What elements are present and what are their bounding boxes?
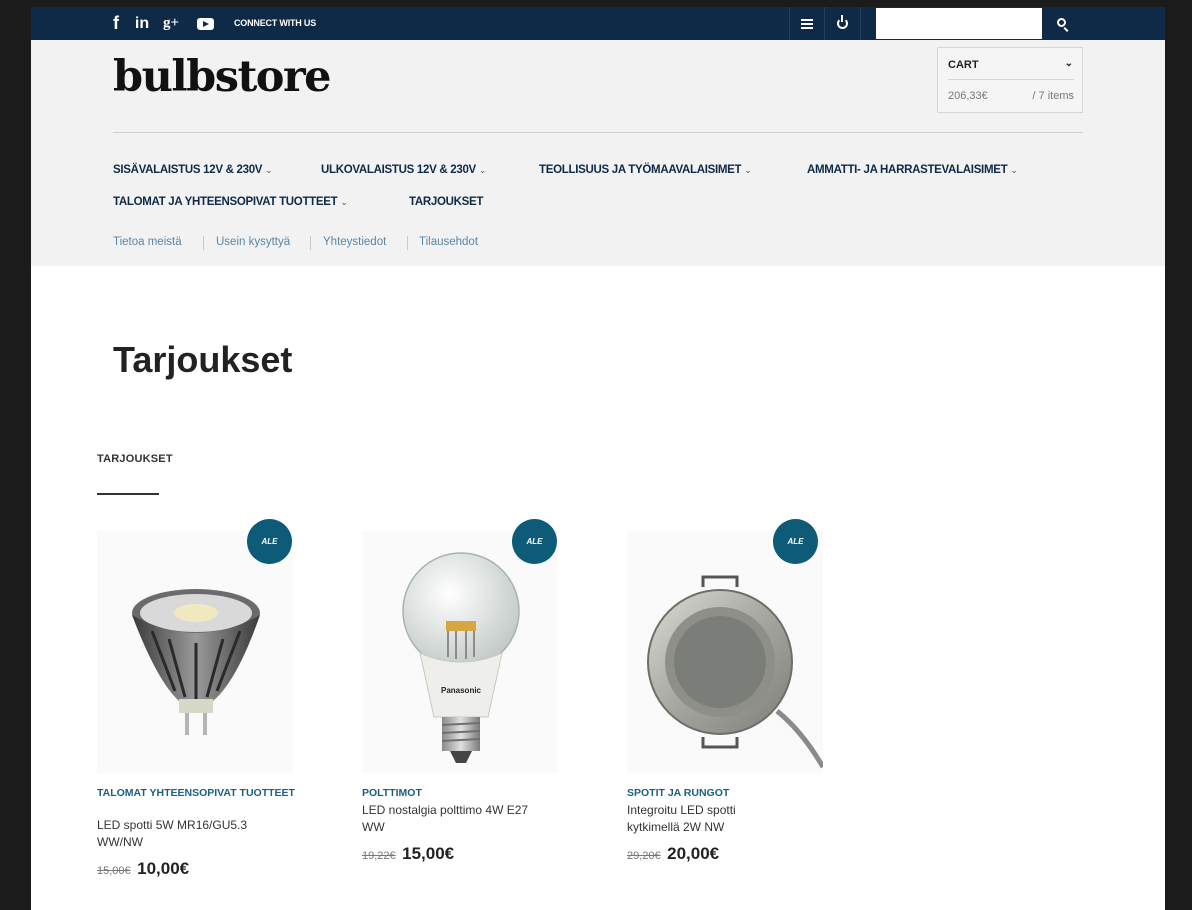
chevron-down-icon: ⌄ bbox=[340, 197, 348, 207]
menu-icon[interactable] bbox=[789, 7, 825, 40]
product-name[interactable]: LED spotti 5W MR16/GU5.3 WW/NW bbox=[97, 817, 267, 851]
product-image[interactable] bbox=[627, 531, 826, 773]
subnav-separator bbox=[203, 236, 204, 250]
section-underline bbox=[97, 493, 159, 495]
linkedin-icon[interactable]: in bbox=[132, 7, 152, 40]
nav-item-teollisuus[interactable]: TEOLLISUUS JA TYÖMAAVALAISIMET ⌄ bbox=[539, 164, 752, 176]
section-title: TARJOUKSET bbox=[97, 453, 173, 465]
sale-price: 15,00€ bbox=[402, 844, 455, 863]
search-icon bbox=[1056, 18, 1066, 27]
subnav-tilausehdot[interactable]: Tilausehdot bbox=[419, 236, 478, 248]
cart-label: CART bbox=[948, 59, 979, 71]
subnav-usein-kysyttya[interactable]: Usein kysyttyä bbox=[216, 236, 290, 248]
sale-badge[interactable]: ALE bbox=[247, 519, 292, 564]
linkedin-glyph: in bbox=[134, 14, 150, 32]
nav-item-tarjoukset[interactable]: TARJOUKSET bbox=[409, 196, 483, 208]
cart-item-count: / 7 items bbox=[1032, 90, 1074, 102]
facebook-icon[interactable]: f bbox=[109, 7, 123, 40]
recessed-spot-icon bbox=[647, 575, 826, 769]
chevron-down-icon: ⌄ bbox=[265, 165, 273, 175]
sale-badge[interactable]: ALE bbox=[512, 519, 557, 564]
sale-price: 10,00€ bbox=[137, 859, 190, 878]
nav-item-ammatti[interactable]: AMMATTI- JA HARRASTEVALAISIMET ⌄ bbox=[807, 164, 1018, 176]
old-price: 19,22€ bbox=[362, 850, 396, 862]
nav-item-sisavalaistus[interactable]: SISÄVALAISTUS 12V & 230V ⌄ bbox=[113, 164, 273, 176]
site-header: bulbstore CART ⌄ 206,33€ / 7 items SISÄV… bbox=[31, 40, 1165, 266]
connect-with-us-label[interactable]: CONNECT WITH US bbox=[234, 7, 316, 40]
nav-item-ulkovalaistus[interactable]: ULKOVALAISTUS 12V & 230V ⌄ bbox=[321, 164, 486, 176]
subnav-separator bbox=[310, 236, 311, 250]
search-button[interactable] bbox=[1042, 7, 1082, 40]
old-price: 29,20€ bbox=[627, 850, 661, 862]
old-price: 15,00€ bbox=[97, 865, 131, 877]
subnav-yhteystiedot[interactable]: Yhteystiedot bbox=[323, 236, 386, 248]
header-divider bbox=[113, 132, 1083, 133]
product-category[interactable]: POLTTIMOT bbox=[362, 786, 562, 801]
chevron-down-icon: ⌄ bbox=[744, 165, 752, 175]
chevron-down-icon: ⌄ bbox=[1064, 58, 1073, 69]
site-logo[interactable]: bulbstore bbox=[113, 52, 332, 102]
top-bar: f in g+ CONNECT WITH US bbox=[31, 7, 1165, 40]
product-price: 15,00€ 10,00€ bbox=[97, 859, 337, 879]
cart-divider bbox=[948, 79, 1074, 80]
chevron-down-icon: ⌄ bbox=[1010, 165, 1018, 175]
google-plus-glyph: g+ bbox=[162, 15, 180, 31]
product-name[interactable]: LED nostalgia polttimo 4W E27 WW bbox=[362, 802, 542, 836]
youtube-icon[interactable] bbox=[195, 7, 215, 40]
bulb-brand-text: Panasonic bbox=[441, 686, 482, 695]
facebook-glyph: f bbox=[113, 13, 119, 33]
power-icon[interactable] bbox=[825, 7, 861, 40]
google-plus-icon[interactable]: g+ bbox=[161, 7, 181, 40]
browser-page: f in g+ CONNECT WITH US bulbstore CART ⌄… bbox=[31, 7, 1165, 910]
cart-widget[interactable]: CART ⌄ 206,33€ / 7 items bbox=[937, 47, 1083, 113]
product-category[interactable]: SPOTIT JA RUNGOT bbox=[627, 786, 827, 801]
subnav-tietoa-meista[interactable]: Tietoa meistä bbox=[113, 236, 182, 248]
product-name[interactable]: Integroitu LED spotti kytkimellä 2W NW bbox=[627, 802, 777, 836]
product-image[interactable]: Panasonic bbox=[362, 531, 558, 773]
search-input[interactable] bbox=[876, 8, 1042, 39]
nav-item-talomat[interactable]: TALOMAT JA YHTEENSOPIVAT TUOTTEET ⌄ bbox=[113, 196, 348, 208]
product-price: 29,20€ 20,00€ bbox=[627, 844, 867, 864]
page-title: Tarjoukset bbox=[113, 339, 293, 380]
subnav-separator bbox=[407, 236, 408, 250]
product-price: 19,22€ 15,00€ bbox=[362, 844, 602, 864]
product-image[interactable] bbox=[97, 531, 293, 773]
cart-total: 206,33€ bbox=[948, 90, 988, 102]
sale-price: 20,00€ bbox=[667, 844, 720, 863]
led-spot-mr16-icon bbox=[132, 589, 260, 735]
youtube-play-shape bbox=[196, 17, 214, 30]
led-bulb-e27-icon: Panasonic bbox=[402, 552, 520, 763]
product-category[interactable]: TALOMAT YHTEENSOPIVAT TUOTTEET bbox=[97, 786, 297, 801]
chevron-down-icon: ⌄ bbox=[478, 165, 487, 175]
sale-badge[interactable]: ALE bbox=[773, 519, 818, 564]
